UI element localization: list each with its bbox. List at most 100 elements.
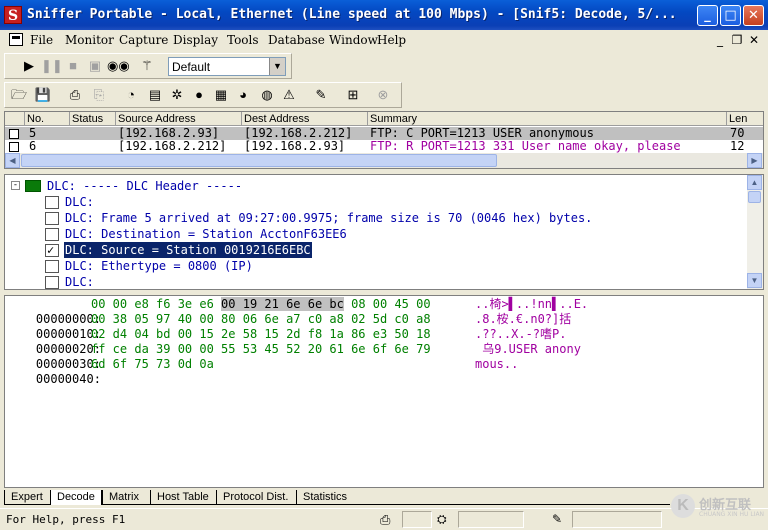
hex-offset: 00000040: bbox=[35, 372, 101, 386]
packet-no: 5 bbox=[29, 127, 37, 140]
column-header-status[interactable]: Status bbox=[70, 112, 116, 126]
define-filter-icon[interactable]: ✎ bbox=[311, 85, 331, 105]
save-icon[interactable]: 💾 bbox=[33, 85, 53, 105]
scroll-up-icon[interactable]: ▲ bbox=[747, 175, 762, 190]
packet-row[interactable]: 6 [192.168.2.212] [192.168.2.93] FTP: R … bbox=[5, 140, 763, 153]
column-header-dest[interactable]: Dest Address bbox=[242, 112, 368, 126]
tab-expert[interactable]: Expert bbox=[4, 490, 50, 505]
packet-summary-pane[interactable]: No. Status Source Address Dest Address S… bbox=[4, 111, 764, 169]
menu-file[interactable]: File bbox=[30, 33, 53, 47]
tab-matrix[interactable]: Matrix bbox=[102, 490, 150, 505]
detail-row[interactable]: DLC: bbox=[43, 194, 743, 210]
detail-header-row[interactable]: - DLC: ----- DLC Header ----- bbox=[11, 178, 311, 194]
protocol-dist-icon[interactable]: ◕ bbox=[233, 85, 253, 105]
open-folder-icon[interactable]: 🗁 bbox=[9, 85, 29, 105]
column-header-summary[interactable]: Summary bbox=[368, 112, 727, 126]
tab-host-table[interactable]: Host Table bbox=[150, 490, 216, 505]
play-icon[interactable]: ▶ bbox=[19, 56, 39, 76]
scroll-right-icon[interactable]: ▶ bbox=[747, 153, 762, 168]
tab-decode[interactable]: Decode bbox=[50, 490, 102, 505]
menu-database[interactable]: Database bbox=[268, 33, 325, 47]
dlc-folder-icon bbox=[25, 180, 41, 192]
packet-dest: [192.168.2.212] bbox=[244, 127, 353, 140]
hex-bytes: 00 38 05 97 40 00 80 06 6e a7 c0 a8 02 5… bbox=[91, 312, 431, 326]
column-header-checkbox[interactable] bbox=[5, 112, 25, 126]
hex-ascii: .8.桉.€.n0?]括 bbox=[475, 312, 572, 326]
mdi-minimize-button[interactable]: _ bbox=[712, 33, 728, 47]
hex-bytes: 6d 6f 75 73 0d 0a bbox=[91, 357, 214, 371]
tab-statistics[interactable]: Statistics bbox=[296, 490, 360, 505]
detail-text: DLC: Ethertype = 0800 (IP) bbox=[65, 259, 253, 273]
collapse-icon[interactable]: - bbox=[11, 181, 20, 190]
alarm-icon[interactable]: ⚠ bbox=[279, 85, 299, 105]
packet-source: [192.168.2.93] bbox=[118, 127, 220, 140]
menu-monitor[interactable]: Monitor bbox=[65, 33, 114, 47]
document-icon bbox=[45, 276, 59, 289]
row-checkbox[interactable] bbox=[9, 142, 19, 152]
pause-icon[interactable]: ❚❚ bbox=[41, 56, 63, 76]
binoculars-icon[interactable]: ◉◉ bbox=[107, 56, 130, 76]
column-header-len[interactable]: Len bbox=[727, 112, 763, 126]
row-checkbox[interactable] bbox=[9, 129, 19, 139]
detail-row-selected[interactable]: DLC: Source = Station 0019216E6EBC bbox=[43, 242, 743, 258]
packet-len: 70 bbox=[730, 127, 745, 140]
menu-tools[interactable]: Tools bbox=[227, 33, 259, 47]
column-header-source[interactable]: Source Address bbox=[116, 112, 242, 126]
column-header-no[interactable]: No. bbox=[25, 112, 70, 126]
dashboard-icon[interactable]: ◔ bbox=[121, 85, 141, 105]
document-icon bbox=[45, 228, 59, 241]
maximize-button[interactable]: □ bbox=[720, 5, 741, 26]
menu-window[interactable]: Window bbox=[329, 33, 378, 47]
stop-display-icon[interactable]: ▣ bbox=[85, 56, 105, 76]
detail-row[interactable]: DLC: Frame 5 arrived at 09:27:00.9975; f… bbox=[43, 210, 743, 226]
menu-help[interactable]: Help bbox=[377, 33, 406, 47]
detail-row[interactable]: DLC: Destination = Station AcctonF63EE6 bbox=[43, 226, 743, 242]
hex-ascii: ..椅>▌..!nn▌..E. bbox=[475, 297, 589, 311]
global-stats-icon[interactable]: ◍ bbox=[257, 85, 277, 105]
hex-bytes: 08 00 45 00 bbox=[343, 297, 431, 311]
stop-icon[interactable]: ■ bbox=[63, 56, 83, 76]
mdi-restore-button[interactable]: ❐ bbox=[729, 33, 745, 47]
status-box bbox=[572, 511, 662, 528]
packet-row[interactable]: 5 [192.168.2.93] [192.168.2.212] FTP: C … bbox=[5, 127, 763, 140]
menu-capture[interactable]: Capture bbox=[119, 33, 168, 47]
summary-horizontal-scrollbar[interactable]: ◀ ▶ bbox=[5, 153, 763, 168]
print-icon[interactable]: ⎙ bbox=[65, 85, 85, 105]
chevron-down-icon[interactable]: ▼ bbox=[269, 58, 285, 75]
packet-no: 6 bbox=[29, 140, 37, 153]
app-icon[interactable]: S bbox=[4, 6, 22, 24]
scroll-left-icon[interactable]: ◀ bbox=[5, 153, 20, 168]
detail-text: DLC: bbox=[65, 275, 94, 289]
detail-header-text: DLC: ----- DLC Header ----- bbox=[47, 179, 243, 193]
scroll-thumb[interactable] bbox=[748, 191, 761, 203]
packet-summary: FTP: C PORT=1213 USER anonymous bbox=[370, 127, 594, 140]
status-bar: For Help, press F1 ⎙ ⛭ ✎ bbox=[0, 508, 768, 530]
title-bar[interactable]: S Sniffer Portable - Local, Ethernet (Li… bbox=[0, 0, 768, 30]
packet-detail-pane[interactable]: - DLC: ----- DLC Header ----- DLC: DLC: … bbox=[4, 174, 764, 290]
detail-row[interactable]: DLC: Ethertype = 0800 (IP) bbox=[43, 258, 743, 274]
hex-dump-pane[interactable]: 00000000: 00 00 e8 f6 3e e6 00 19 21 6e … bbox=[4, 295, 764, 488]
art-icon[interactable]: ● bbox=[189, 85, 209, 105]
scroll-thumb[interactable] bbox=[21, 154, 497, 167]
filter-icon: ✎ bbox=[552, 512, 563, 526]
stop-capture-icon[interactable]: ⊗ bbox=[373, 85, 393, 105]
profile-select[interactable]: Default ▼ bbox=[168, 57, 286, 76]
close-button[interactable]: ✕ bbox=[743, 5, 764, 26]
menu-display[interactable]: Display bbox=[173, 33, 218, 47]
filter-wand-icon[interactable]: ⚚ bbox=[137, 56, 157, 76]
tab-protocol-dist[interactable]: Protocol Dist. bbox=[216, 490, 296, 505]
document-menu-icon[interactable] bbox=[9, 33, 23, 46]
detail-vertical-scrollbar[interactable]: ▲ ▼ bbox=[747, 175, 763, 289]
history-icon[interactable]: ▦ bbox=[211, 85, 231, 105]
print-preview-icon[interactable]: ⎘ bbox=[89, 85, 109, 105]
scroll-down-icon[interactable]: ▼ bbox=[747, 273, 762, 288]
mdi-close-button[interactable]: ✕ bbox=[746, 33, 762, 47]
tools-toolbar: 🗁 💾 ⎙ ⎘ ◔ ▤ ✲ ● ▦ ◕ ◍ ⚠ ✎ ⊞ ⊗ bbox=[4, 82, 402, 108]
capture-toolbar: ▶ ❚❚ ■ ▣ ◉◉ ⚚ Default ▼ bbox=[4, 53, 292, 79]
minimize-button[interactable]: _ bbox=[697, 5, 718, 26]
document-icon bbox=[45, 212, 59, 225]
select-filter-icon[interactable]: ⊞ bbox=[343, 85, 363, 105]
host-table-icon[interactable]: ▤ bbox=[145, 85, 165, 105]
matrix-icon[interactable]: ✲ bbox=[167, 85, 187, 105]
detail-row[interactable]: DLC: bbox=[43, 274, 743, 289]
